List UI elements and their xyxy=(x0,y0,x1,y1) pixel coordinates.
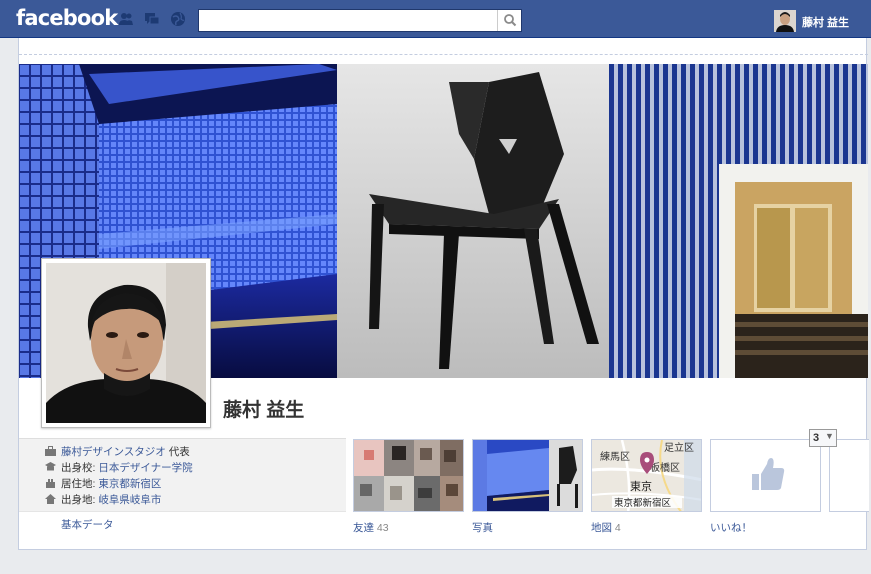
map-label-tokyo: 東京 xyxy=(630,479,652,493)
graduation-cap-icon xyxy=(45,462,56,471)
photos-tile[interactable] xyxy=(472,439,583,512)
top-bar: facebook 藤村 益生 xyxy=(0,0,871,38)
map-label-adachi: 足立区 xyxy=(664,441,694,454)
friends-tile[interactable] xyxy=(353,439,464,512)
photos-label[interactable]: 写真 xyxy=(472,520,493,535)
friend-requests-icon[interactable] xyxy=(118,11,134,27)
search-button[interactable] xyxy=(497,10,521,31)
hometown-link[interactable]: 岐阜県岐阜市 xyxy=(98,494,161,506)
search-input[interactable] xyxy=(199,10,497,31)
likes-label[interactable]: いいね！ xyxy=(710,520,752,535)
residence-prefix: 居住地: xyxy=(61,478,99,490)
house-icon xyxy=(46,479,55,488)
messages-icon[interactable] xyxy=(144,11,160,27)
work-link[interactable]: 藤村デザインスタジオ xyxy=(61,446,166,458)
timeline-frame: 藤村 益生 藤村デザインスタジオ 代表 出身校: 日本デザイナー学院 居住地: … xyxy=(18,38,869,550)
map-label-shinjuku: 東京都新宿区 xyxy=(614,497,672,509)
next-tile[interactable] xyxy=(829,439,869,512)
hometown-icon xyxy=(45,494,56,504)
likes-tile[interactable] xyxy=(710,439,821,512)
photos-thumbnail xyxy=(473,440,582,511)
profile-name: 藤村 益生 xyxy=(223,400,305,421)
briefcase-icon xyxy=(45,446,56,456)
magnifier-icon xyxy=(504,14,517,27)
divider xyxy=(19,54,868,55)
work-suffix: 代表 xyxy=(165,446,190,458)
map-thumbnail: 練馬区 足立区 板橋区 東京 東京都新宿区 xyxy=(592,440,701,511)
profile-picture[interactable] xyxy=(41,258,211,428)
education-link[interactable]: 日本デザイナー学院 xyxy=(98,462,192,474)
education-prefix: 出身校: xyxy=(61,462,99,474)
friends-label[interactable]: 友達 43 xyxy=(353,520,389,535)
more-apps-button[interactable]: 3 ▼ xyxy=(809,429,837,447)
notifications-icon[interactable] xyxy=(170,11,186,27)
thumbs-up-icon xyxy=(711,440,820,511)
map-label-nerima: 練馬区 xyxy=(600,450,630,463)
user-name: 藤村 益生 xyxy=(802,17,850,29)
user-avatar xyxy=(774,10,796,32)
map-label-itabashi: 板橋区 xyxy=(650,461,680,474)
dropdown-arrow-icon: ▼ xyxy=(825,431,834,441)
basic-data-link[interactable]: 基本データ xyxy=(61,517,114,532)
hometown-prefix: 出身地: xyxy=(61,494,99,506)
facebook-logo[interactable]: facebook xyxy=(16,6,118,30)
search-box xyxy=(198,9,522,32)
profile-photo xyxy=(46,263,206,423)
map-tile[interactable]: 練馬区 足立区 板橋区 東京 東京都新宿区 xyxy=(591,439,702,512)
residence-link[interactable]: 東京都新宿区 xyxy=(98,478,161,490)
friends-thumbnails xyxy=(354,440,463,511)
map-label[interactable]: 地図 4 xyxy=(591,520,621,535)
